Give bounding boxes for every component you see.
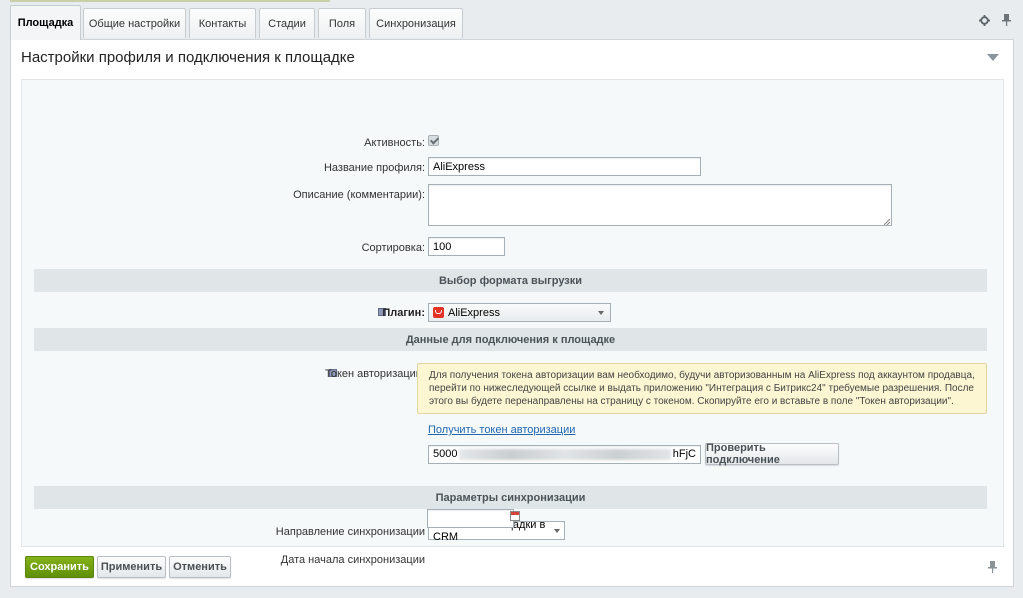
token-input[interactable]: 5000 hFjC [428, 445, 701, 464]
aliexpress-icon [433, 307, 444, 318]
tab-tools [979, 14, 1011, 26]
chevron-down-icon [598, 311, 604, 315]
get-token-link[interactable]: Получить токен авторизации [428, 424, 575, 436]
tab-general-settings[interactable]: Общие настройки [83, 8, 186, 38]
section-sync-params: Параметры синхронизации [34, 486, 987, 509]
active-label: Активность: [364, 137, 425, 149]
token-blurred-part [459, 449, 671, 460]
sync-start-date-input[interactable] [427, 509, 514, 528]
token-value-end: hFjC [672, 448, 696, 460]
pin-icon[interactable] [988, 561, 997, 573]
active-checkbox[interactable] [428, 135, 439, 146]
cancel-button[interactable]: Отменить [169, 556, 231, 578]
description-label: Описание (комментарии): [293, 189, 425, 201]
pin-icon[interactable] [1002, 14, 1011, 26]
profile-name-label: Название профиля: [323, 162, 425, 174]
section-export-format: Выбор формата выгрузки [34, 269, 987, 292]
section-connection-data: Данные для подключения к площадке [34, 328, 987, 351]
tab-synchronization[interactable]: Синхронизация [369, 8, 463, 38]
calendar-icon[interactable] [510, 511, 520, 521]
plugin-select-value: AliExpress [448, 306, 500, 319]
description-textarea[interactable] [428, 184, 892, 226]
token-label: Токен авторизации: [325, 368, 425, 380]
plugin-select[interactable]: AliExpress [428, 303, 611, 322]
form-content: Активность: Название профиля: Описание (… [21, 79, 1004, 566]
collapse-arrow-icon[interactable] [987, 54, 999, 61]
token-value-start: 5000 [433, 448, 458, 460]
tab-ploshchadka[interactable]: Площадка [10, 5, 81, 40]
gear-icon[interactable] [979, 14, 990, 26]
save-button[interactable]: Сохранить [25, 556, 94, 578]
settings-panel: Настройки профиля и подключения к площад… [10, 39, 1014, 587]
sort-input[interactable] [428, 237, 505, 256]
tab-bar: Площадка Общие настройки Контакты Стадии… [0, 0, 1023, 40]
tab-contacts[interactable]: Контакты [189, 8, 256, 38]
sort-label: Сортировка: [361, 242, 425, 254]
tab-accent-line [10, 0, 330, 2]
check-connection-button[interactable]: Проверить подключение [705, 442, 839, 466]
tab-stages[interactable]: Стадии [259, 8, 315, 38]
chevron-down-icon [554, 529, 560, 533]
profile-name-input[interactable] [428, 157, 701, 176]
sync-direction-label: Направление синхронизации [275, 526, 425, 538]
panel-title: Настройки профиля и подключения к площад… [21, 49, 355, 66]
plugin-label: Плагин: [382, 307, 425, 319]
tab-fields[interactable]: Поля [318, 8, 366, 38]
resize-grip-icon[interactable] [884, 219, 890, 225]
token-notice: Для получения токена авторизации вам нео… [417, 363, 987, 414]
sync-start-date-label: Дата начала синхронизации [280, 554, 425, 566]
apply-button[interactable]: Применить [97, 556, 166, 578]
